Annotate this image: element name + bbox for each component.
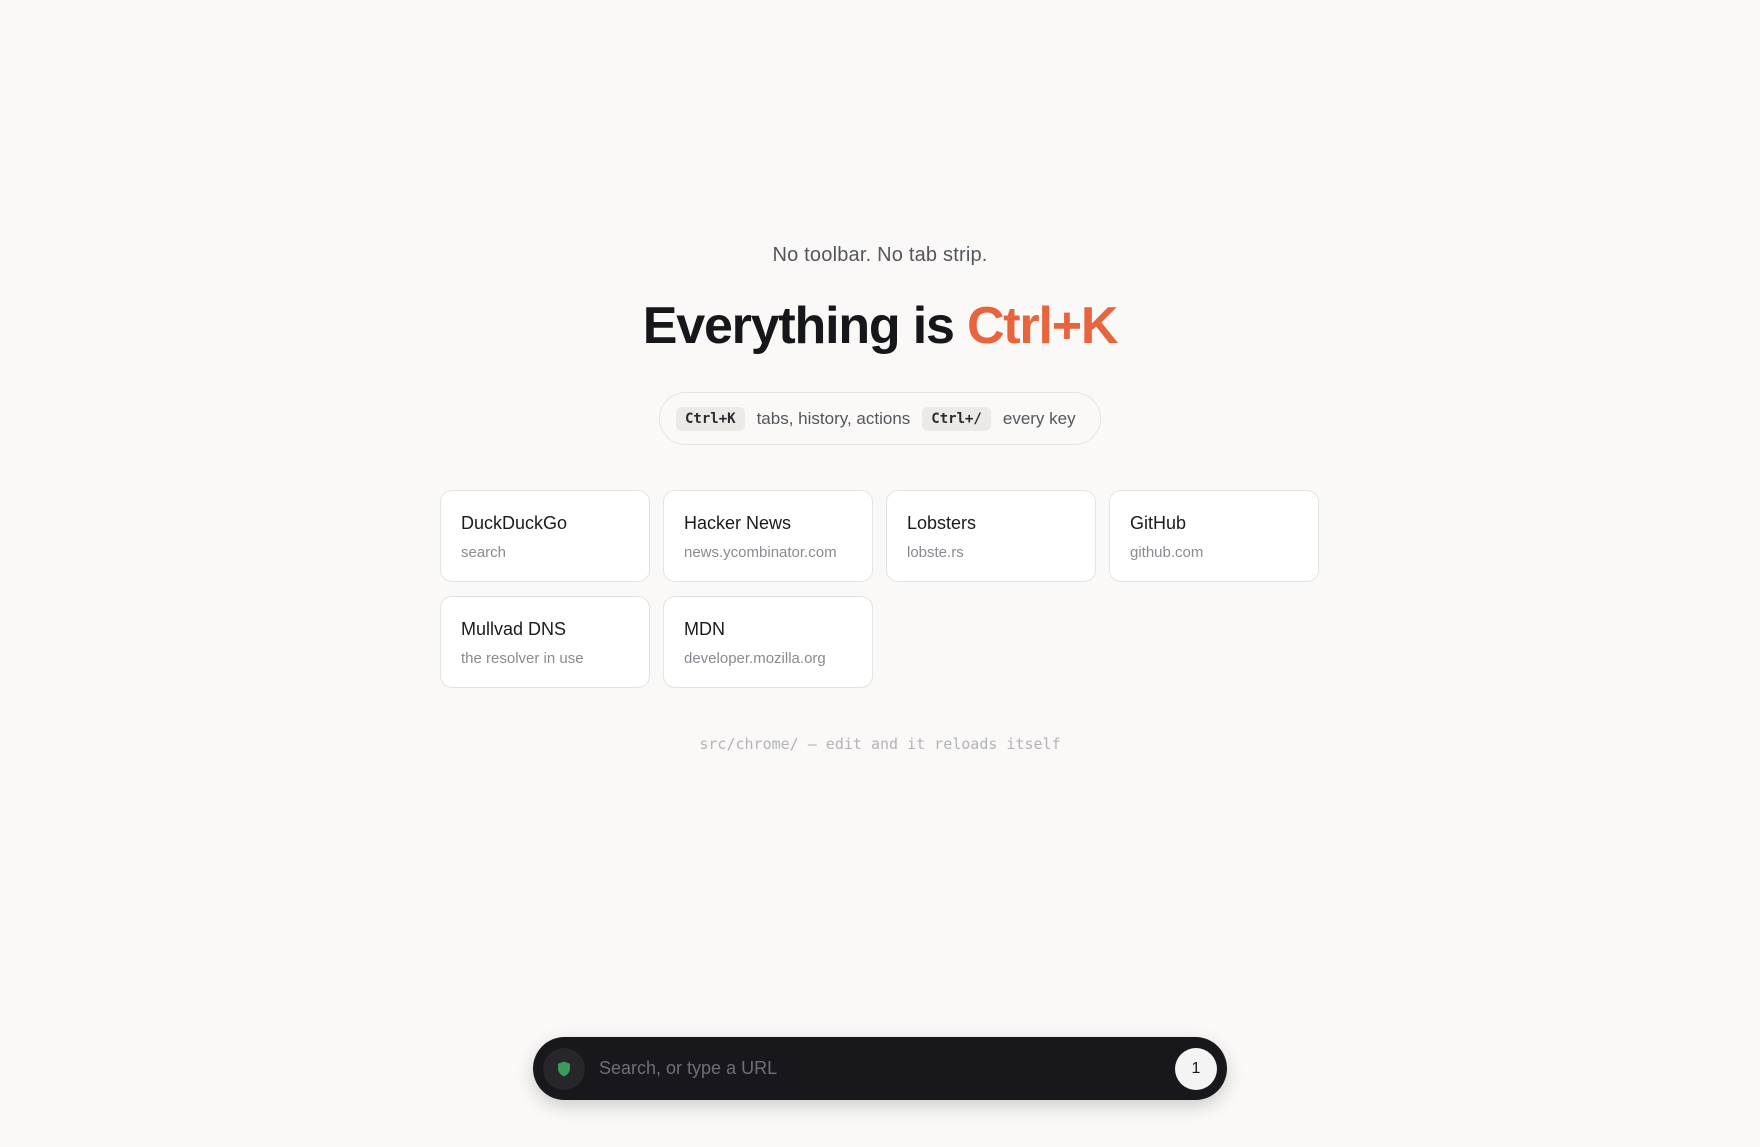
shield-icon-glyph [558,1061,570,1076]
card-title: MDN [684,619,725,639]
shortcut-card-github[interactable]: GitHub github.com [1109,490,1319,582]
shortcut-grid: DuckDuckGo search Hacker News news.ycomb… [440,490,1320,688]
shortcut-hints: Ctrl+K tabs, history, actions Ctrl+/ eve… [659,392,1101,445]
new-tab-page: No toolbar. No tab strip. Everything is … [0,0,1760,1147]
card-subtitle: search [461,544,507,561]
shortcut-card-duckduckgo[interactable]: DuckDuckGo search [440,490,650,582]
shortcut-label-keybindings: every key [1002,408,1076,428]
card-title: Hacker News [684,513,792,533]
card-subtitle: developer.mozilla.org [684,650,826,667]
shortcut-key-command-palette: Ctrl+K [676,406,745,431]
headline-prefix: Everything is [642,297,967,355]
shortcut-card-mullvad-dns[interactable]: Mullvad DNS the resolver in use [440,596,650,688]
shield-icon[interactable] [543,1047,585,1090]
card-subtitle: the resolver in use [461,650,584,667]
shortcut-card-mdn[interactable]: MDN developer.mozilla.org [663,596,873,688]
shortcut-key-keybindings: Ctrl+/ [922,406,991,431]
headline-accent: Ctrl+K [966,297,1118,355]
tagline: No toolbar. No tab strip. [772,244,988,266]
card-subtitle: lobste.rs [907,544,964,561]
card-title: GitHub [1130,513,1187,533]
shortcut-card-lobsters[interactable]: Lobsters lobste.rs [886,490,1096,582]
omnibar: 1 [533,1037,1227,1100]
page-title: Everything is Ctrl+K [0,296,1760,356]
card-title: DuckDuckGo [461,513,568,533]
card-subtitle: github.com [1130,544,1204,561]
card-title: Mullvad DNS [461,619,567,639]
footnote: src/chrome/ — edit and it reloads itself [699,735,1061,753]
card-title: Lobsters [907,513,977,533]
shortcut-label-command-palette: tabs, history, actions [756,408,911,428]
search-input[interactable] [585,1048,1175,1089]
tab-count-badge[interactable]: 1 [1175,1047,1217,1090]
shortcut-card-hacker-news[interactable]: Hacker News news.ycombinator.com [663,490,873,582]
card-subtitle: news.ycombinator.com [684,544,837,561]
